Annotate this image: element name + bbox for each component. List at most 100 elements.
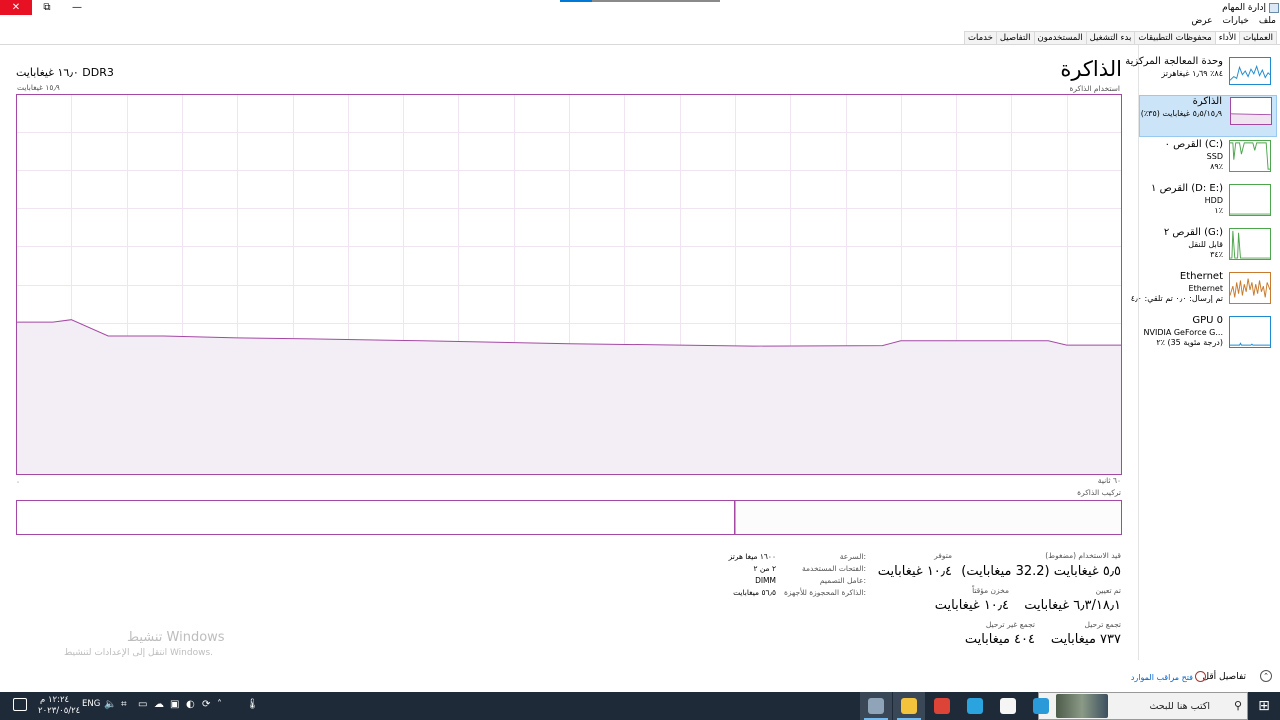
menu-options[interactable]: خيارات xyxy=(1223,16,1249,26)
tab-performance[interactable]: الأداء xyxy=(1215,31,1241,45)
reserved-value: ٥٦٫٥ ميغابايت xyxy=(733,588,776,597)
cached-label: مخزن مؤقتاً xyxy=(972,586,1009,595)
tab-processes[interactable]: العمليات xyxy=(1240,31,1277,45)
task-manager-icon xyxy=(1269,3,1279,13)
taskbar-app-task-manager[interactable] xyxy=(860,692,892,720)
sidebar-item-label: وحدة المعالجة المركزية xyxy=(1125,56,1223,67)
paged-pool-value: ٧٣٧ ميغابايت xyxy=(1050,632,1121,647)
committed-value: ٦٫٣/١٨٫١ غيغابايت xyxy=(1024,598,1121,613)
sidebar-item-disk2[interactable]: القرص ٢ (G:) قابل للنقل ٣٤٪ xyxy=(1139,227,1277,269)
taskbar-app-store[interactable] xyxy=(992,692,1024,720)
cloud-icon[interactable]: ☁ xyxy=(154,699,164,710)
search-icon: ⚲ xyxy=(1233,699,1242,712)
sidebar-item-usage: ٢٪ (35 درجة مئوية) xyxy=(1156,338,1223,347)
disk1-thumbnail xyxy=(1229,184,1271,216)
sidebar-item-label: القرص ٢ (G:) xyxy=(1163,227,1223,238)
fewer-details-button[interactable]: تفاصيل أقل xyxy=(1203,672,1246,682)
slots-label: الفتحات المستخدمة: xyxy=(801,564,866,573)
tab-services[interactable]: خدمات xyxy=(963,31,997,45)
telegram-icon xyxy=(967,698,983,714)
tab-app-history[interactable]: محفوظات التطبيقات xyxy=(1135,31,1216,45)
resource-monitor-icon xyxy=(1195,671,1206,682)
search-placeholder: اكتب هنا للبحث xyxy=(1149,701,1210,712)
in-use-label: قيد الاستخدام (مضغوط) xyxy=(1045,551,1121,560)
network-icon[interactable]: ⌗ xyxy=(121,699,127,710)
sidebar-item-label: القرص ٠ (C:) xyxy=(1164,139,1223,150)
sidebar-item-usage: تم إرسال: ٠٫٠ تم تلقي: ٤٫٠ xyxy=(1130,294,1223,303)
x-axis-end-label: ٠ xyxy=(16,477,21,486)
composition-title: تركيب الذاكرة xyxy=(1077,488,1121,497)
sidebar-item-disk1[interactable]: القرص ١ (D: E:) HDD ١٪ xyxy=(1139,183,1277,225)
disk2-thumbnail xyxy=(1229,228,1271,260)
menu-bar: ملف خيارات عرض xyxy=(1191,16,1276,26)
chevron-up-icon[interactable]: ˄ xyxy=(217,699,222,710)
sidebar-item-memory[interactable]: الذاكرة ٥٫٥/١٥٫٩ غيغابايت (٣٥٪) xyxy=(1139,95,1277,137)
disk0-thumbnail xyxy=(1229,140,1271,172)
gpu-thumbnail xyxy=(1229,316,1271,348)
sidebar-item-detail: HDD xyxy=(1204,196,1223,205)
tab-details[interactable]: التفاصيل xyxy=(996,31,1035,45)
sidebar-item-usage: ٨٩٪ xyxy=(1210,162,1223,171)
sidebar-item-ethernet[interactable]: Ethernet Ethernet تم إرسال: ٠٫٠ تم تلقي:… xyxy=(1131,271,1277,313)
committed-label: تم تعيين xyxy=(1095,586,1121,595)
taskbar-app-chrome[interactable] xyxy=(926,692,958,720)
sidebar-item-disk0[interactable]: القرص ٠ (C:) SSD ٨٩٪ xyxy=(1139,139,1277,181)
speed-label: السرعة: xyxy=(839,552,866,561)
sidebar-item-usage: ١٪ xyxy=(1214,206,1223,215)
open-resource-monitor-link[interactable]: فتح مراقب الموارد xyxy=(1131,673,1193,682)
activation-watermark-title: تنشيط Windows xyxy=(127,630,225,645)
notification-icon[interactable] xyxy=(13,698,27,711)
menu-view[interactable]: عرض xyxy=(1191,16,1212,26)
chart-max-label: ١٥٫٩ غيغابايت xyxy=(17,83,60,92)
thermometer-icon[interactable]: 🌡 xyxy=(246,699,259,710)
available-value: ١٠٫٤ غيغابايت xyxy=(877,564,952,579)
restore-button[interactable]: ⧉ xyxy=(32,0,62,15)
minimize-button[interactable]: — xyxy=(62,0,92,15)
ethernet-thumbnail xyxy=(1229,272,1271,304)
app-tray-icon[interactable]: ◐ xyxy=(186,699,195,710)
volume-icon[interactable]: 🔈 xyxy=(104,699,116,710)
language-indicator[interactable]: ENG xyxy=(82,699,100,709)
tab-divider xyxy=(0,44,1280,45)
sidebar-item-cpu[interactable]: وحدة المعالجة المركزية ٨٤٪ ١٫٦٩ غيغاهرتز xyxy=(1125,56,1277,98)
sidebar-item-gpu[interactable]: GPU 0 NVIDIA GeForce G... ٢٪ (35 درجة مئ… xyxy=(1139,315,1277,357)
form-factor-value: DIMM xyxy=(755,576,776,585)
composition-other xyxy=(734,501,1121,534)
close-button[interactable]: ✕ xyxy=(0,0,32,15)
nonpaged-pool-label: تجمع غير ترحيل xyxy=(985,620,1035,629)
menu-file[interactable]: ملف xyxy=(1259,16,1276,26)
file-explorer-icon xyxy=(901,698,917,714)
store-icon xyxy=(1000,698,1016,714)
memory-usage-chart xyxy=(16,94,1122,475)
sidebar-item-label: GPU 0 xyxy=(1192,315,1223,326)
taskbar-app-edge[interactable] xyxy=(1025,692,1057,720)
task-manager-icon xyxy=(868,698,884,714)
tab-users[interactable]: المستخدمون xyxy=(1034,31,1087,45)
in-use-value: ٥٫٥ غيغابايت (32.2 ميغابايت) xyxy=(961,564,1121,579)
title-scroll-accent xyxy=(560,0,592,2)
start-button[interactable]: ⊞ xyxy=(1248,692,1280,720)
tab-startup[interactable]: بدء التشغيل xyxy=(1086,31,1136,45)
memory-thumbnail xyxy=(1230,97,1272,125)
chevron-up-icon[interactable]: ⌃ xyxy=(1260,670,1272,682)
nvidia-icon[interactable]: ▣ xyxy=(170,699,179,710)
speed-value: ١٦٠٠ ميغا هرتز xyxy=(728,552,776,561)
nonpaged-pool-value: ٤٠٤ ميغابايت xyxy=(964,632,1035,647)
sync-icon[interactable]: ⟳ xyxy=(202,699,210,710)
available-label: متوفر xyxy=(934,551,952,560)
device-icon[interactable]: ▭ xyxy=(138,699,147,710)
sidebar-item-detail: SSD xyxy=(1206,152,1223,161)
sidebar-item-detail: قابل للنقل xyxy=(1188,240,1223,249)
taskbar-app-file-explorer[interactable] xyxy=(893,692,925,720)
sidebar-item-label: Ethernet xyxy=(1179,271,1223,282)
title-bar xyxy=(0,0,1280,15)
taskbar-app-telegram[interactable] xyxy=(959,692,991,720)
slots-value: ٢ من ٢ xyxy=(753,564,776,573)
clock-time[interactable]: ١٢:٢٤ م xyxy=(40,695,69,705)
memory-type-label: ١٦٫٠ غيغابايت DDR3 xyxy=(16,66,114,79)
composition-in-use xyxy=(17,501,735,534)
search-highlight-image[interactable] xyxy=(1056,694,1108,718)
sidebar-item-usage: ٣٤٪ xyxy=(1210,250,1223,259)
sidebar-item-detail: ٥٫٥/١٥٫٩ غيغابايت (٣٥٪) xyxy=(1140,109,1222,118)
clock-date[interactable]: ٢٠٢٣/٠٥/٢٤ xyxy=(38,706,80,716)
